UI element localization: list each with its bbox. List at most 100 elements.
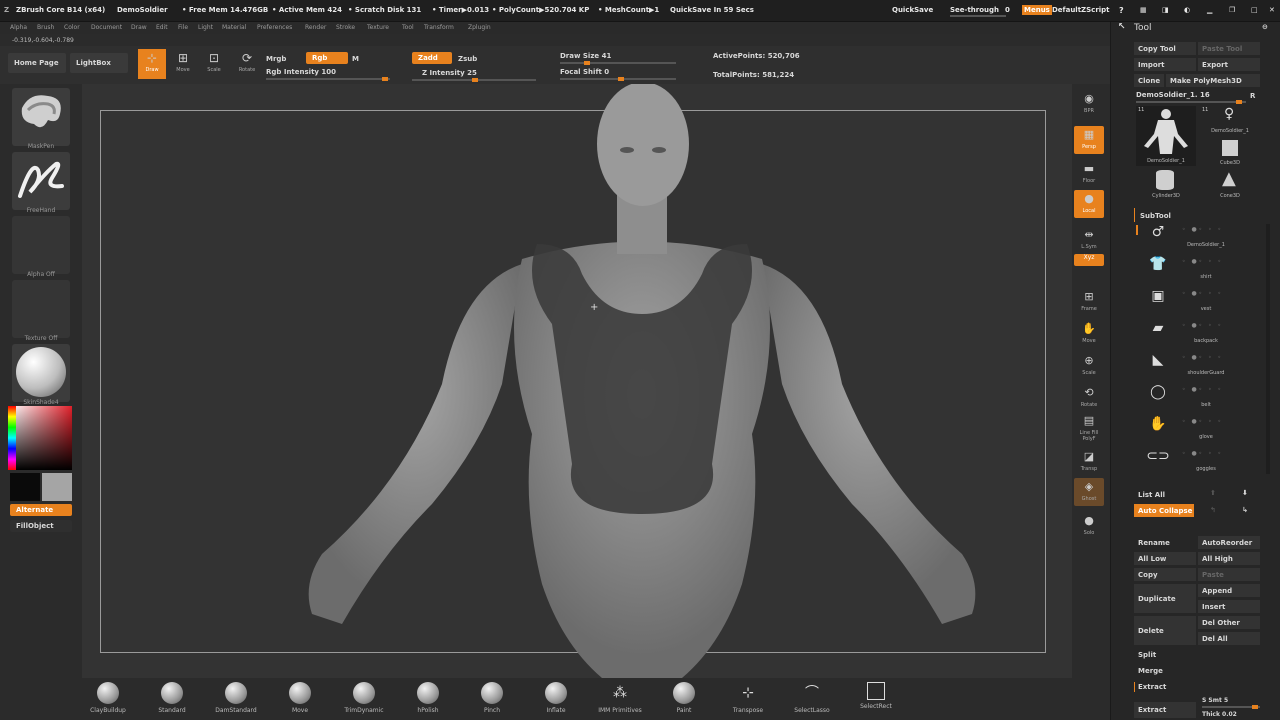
- export-button[interactable]: Export: [1198, 58, 1260, 71]
- current-tool-name[interactable]: DemoSoldier_1. 16: [1136, 91, 1210, 99]
- bpr-button[interactable]: ◉ BPR: [1074, 90, 1104, 118]
- menu-material[interactable]: Material: [222, 24, 246, 31]
- brush-hpolish[interactable]: hPolish: [400, 680, 456, 720]
- solo-button[interactable]: ● Solo: [1074, 512, 1104, 540]
- layout-icon[interactable]: ▦: [1140, 6, 1147, 14]
- clone-button[interactable]: Clone: [1134, 74, 1164, 87]
- extract-button[interactable]: Extract: [1134, 702, 1196, 718]
- rgb-intensity-slider[interactable]: [266, 77, 390, 81]
- lightbox-button[interactable]: LightBox: [70, 53, 128, 73]
- transp-button[interactable]: ◪ Transp: [1074, 448, 1104, 476]
- subtool-controls[interactable]: ◦ ●◦ ◦ ◦: [1182, 322, 1223, 329]
- menu-draw[interactable]: Draw: [131, 24, 147, 31]
- auto-reorder-button[interactable]: AutoReorder: [1198, 536, 1260, 549]
- zbrush-logo-icon[interactable]: Z: [4, 6, 9, 14]
- rotate-mode-button[interactable]: ⟳ Rotate: [233, 49, 261, 79]
- menus-button[interactable]: Menus: [1022, 5, 1052, 15]
- frame-button[interactable]: ⊞ Frame: [1074, 288, 1104, 316]
- subtool-item[interactable]: 👕 ◦ ●◦ ◦ ◦ shirt: [1136, 254, 1262, 284]
- move-up-icon[interactable]: ↰: [1210, 506, 1216, 514]
- see-through-slider[interactable]: [950, 15, 1006, 17]
- focal-shift-knob[interactable]: [618, 77, 624, 81]
- menu-light[interactable]: Light: [198, 24, 213, 31]
- subtool-controls[interactable]: ◦ ●◦ ◦ ◦: [1182, 290, 1223, 297]
- import-button[interactable]: Import: [1134, 58, 1196, 71]
- close-icon[interactable]: ✕: [1269, 6, 1275, 14]
- rgb-button[interactable]: Rgb: [306, 52, 348, 64]
- subtool-controls[interactable]: ◦ ●◦ ◦ ◦: [1182, 258, 1223, 265]
- scale-mode-button[interactable]: ⊡ Scale: [200, 49, 228, 79]
- local-button[interactable]: ● Local: [1074, 190, 1104, 218]
- brush-move[interactable]: Move: [272, 680, 328, 720]
- make-polymesh-button[interactable]: Make PolyMesh3D: [1166, 74, 1260, 87]
- ghost-button[interactable]: ◈ Ghost: [1074, 478, 1104, 506]
- menu-stroke[interactable]: Stroke: [336, 24, 355, 31]
- rgb-intensity-label[interactable]: Rgb Intensity 100: [266, 68, 336, 76]
- paste-tool-button[interactable]: Paste Tool: [1198, 42, 1260, 55]
- subtool-controls[interactable]: ◦ ●◦ ◦ ◦: [1182, 450, 1223, 457]
- stroke-thumbnail[interactable]: [12, 152, 70, 210]
- arrow-up-icon[interactable]: ⬆: [1210, 489, 1216, 497]
- split-button[interactable]: Split: [1134, 648, 1260, 661]
- all-high-button[interactable]: All High: [1198, 552, 1260, 565]
- subtool-controls[interactable]: ◦ ●◦ ◦ ◦: [1182, 354, 1223, 361]
- home-page-button[interactable]: Home Page: [8, 53, 66, 73]
- duplicate-button[interactable]: Duplicate: [1134, 584, 1196, 613]
- draw-size-label[interactable]: Draw Size 41: [560, 52, 611, 60]
- mask-brush-thumbnail[interactable]: [12, 88, 70, 146]
- main-color-swatch[interactable]: [10, 473, 40, 501]
- rename-button[interactable]: Rename: [1134, 536, 1196, 549]
- tool-thumb-demosoldier[interactable]: 11 DemoSoldier_1: [1136, 106, 1196, 166]
- brush-claybuildup[interactable]: ClayBuildup: [80, 680, 136, 720]
- brush-pinch[interactable]: Pinch: [464, 680, 520, 720]
- paste-button[interactable]: Paste: [1198, 568, 1260, 581]
- move-mode-button[interactable]: ⊞ Move: [169, 49, 197, 79]
- z-intensity-knob[interactable]: [472, 78, 478, 82]
- r-button[interactable]: R: [1250, 92, 1255, 100]
- alpha-thumbnail[interactable]: [12, 216, 70, 274]
- copy-button[interactable]: Copy: [1134, 568, 1196, 581]
- menu-file[interactable]: File: [178, 24, 188, 31]
- delete-button[interactable]: Delete: [1134, 616, 1196, 645]
- auto-collapse-button[interactable]: Auto Collapse: [1134, 504, 1194, 517]
- polyf-button[interactable]: ▤ Line Fill PolyF: [1074, 412, 1104, 442]
- brush-standard[interactable]: Standard: [144, 680, 200, 720]
- thick-label[interactable]: Thick 0.02: [1202, 711, 1237, 718]
- subtool-item[interactable]: ▣ ◦ ●◦ ◦ ◦ vest: [1136, 286, 1262, 316]
- menu-tool[interactable]: Tool: [402, 24, 414, 31]
- subtool-controls[interactable]: ◦ ●◦ ◦ ◦: [1182, 226, 1223, 233]
- insert-button[interactable]: Insert: [1198, 600, 1260, 613]
- tool-thumb-demosoldier-2[interactable]: 11 ♀ DemoSoldier_1: [1200, 106, 1260, 138]
- scale-view-button[interactable]: ⊕ Scale: [1074, 352, 1104, 380]
- draw-size-slider[interactable]: [560, 61, 676, 65]
- zsub-button[interactable]: Zsub: [458, 55, 477, 63]
- fillobject-button[interactable]: FillObject: [10, 520, 72, 532]
- menu-render[interactable]: Render: [305, 24, 326, 31]
- tool-palette-title[interactable]: Tool: [1134, 23, 1151, 33]
- m-button[interactable]: M: [352, 55, 359, 63]
- minimize-icon[interactable]: ▁: [1207, 6, 1212, 14]
- menu-document[interactable]: Document: [91, 24, 122, 31]
- menu-alpha[interactable]: Alpha: [10, 24, 27, 31]
- secondary-color-swatch[interactable]: [42, 473, 72, 501]
- rotate-view-button[interactable]: ⟲ Rotate: [1074, 384, 1104, 412]
- del-other-button[interactable]: Del Other: [1198, 616, 1260, 629]
- s-smt-slider[interactable]: [1202, 705, 1260, 709]
- subtool-item[interactable]: ♂ ◦ ●◦ ◦ ◦ DemoSoldier_1: [1136, 222, 1262, 252]
- z-intensity-slider[interactable]: [412, 78, 536, 82]
- menu-preferences[interactable]: Preferences: [257, 24, 292, 31]
- merge-button[interactable]: Merge: [1134, 664, 1260, 677]
- restore-icon[interactable]: ❐: [1229, 6, 1235, 14]
- brush-damstandard[interactable]: DamStandard: [208, 680, 264, 720]
- subtool-item[interactable]: ⊂⊃ ◦ ●◦ ◦ ◦ goggles: [1136, 446, 1262, 476]
- copy-tool-button[interactable]: Copy Tool: [1134, 42, 1196, 55]
- palette-close-icon[interactable]: ⊖: [1262, 23, 1268, 31]
- extract-header[interactable]: Extract: [1138, 683, 1166, 691]
- subtool-scrollbar[interactable]: [1266, 224, 1270, 474]
- draw-mode-button[interactable]: ⊹ Draw: [138, 49, 166, 79]
- current-tool-knob[interactable]: [1236, 100, 1242, 104]
- del-all-button[interactable]: Del All: [1198, 632, 1260, 645]
- move-view-button[interactable]: ✋ Move: [1074, 320, 1104, 348]
- material-thumbnail[interactable]: [12, 344, 70, 402]
- brush-paint[interactable]: Paint: [656, 680, 712, 720]
